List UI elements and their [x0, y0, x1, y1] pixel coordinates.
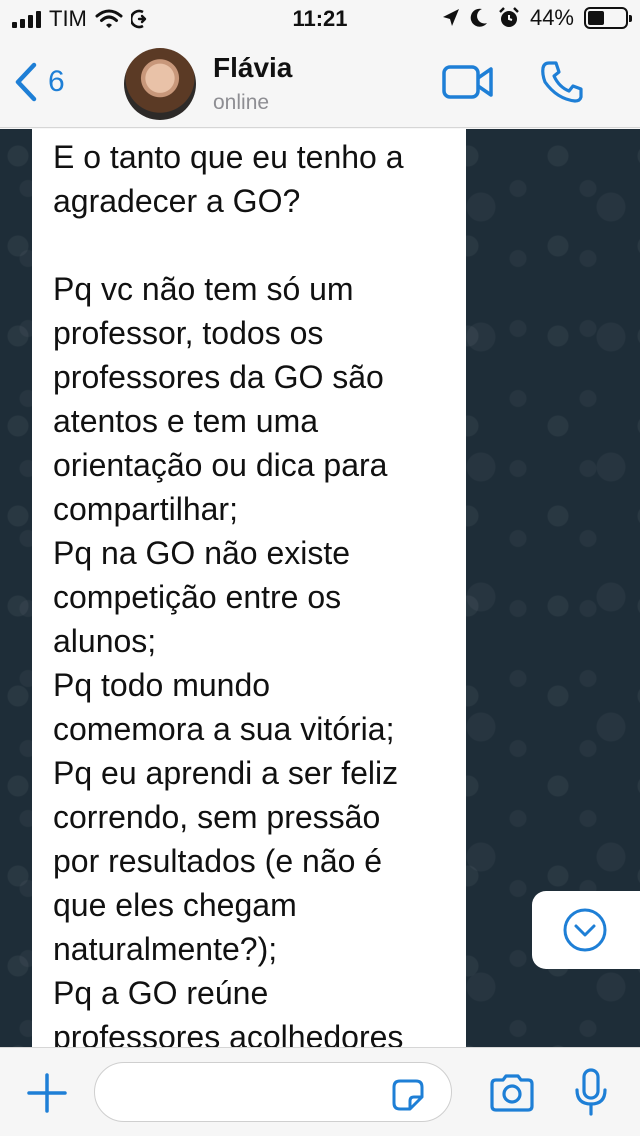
message-line: alunos; — [53, 623, 157, 659]
moon-icon — [470, 8, 488, 28]
message-line: professor, todos os — [53, 315, 324, 351]
composer-bar — [0, 1047, 640, 1136]
contact-name[interactable]: Flávia — [213, 52, 292, 84]
chat-area[interactable]: E o tanto que eu tenho a agradecer a GO? P… — [0, 129, 640, 1047]
chat-header: 6 Flávia online — [0, 40, 640, 128]
message-line: que eles chegam — [53, 887, 297, 923]
message-line: comemora a sua vitória; — [53, 711, 395, 747]
message-line: correndo, sem pressão — [53, 799, 381, 835]
battery-percent: 44% — [529, 5, 574, 30]
message-line: Pq todo mundo — [53, 667, 271, 703]
camera-button[interactable] — [488, 1074, 536, 1112]
status-right: 44% — [442, 5, 632, 31]
message-line: professores da GO são — [53, 359, 384, 395]
message-line: competição entre os — [53, 579, 342, 615]
scroll-to-bottom-button[interactable] — [532, 891, 640, 969]
message-line: naturalmente?); — [53, 931, 278, 967]
message-line: atentos e tem uma — [53, 403, 319, 439]
message-line: compartilhar; — [53, 491, 238, 527]
chevron-down-circle-icon — [562, 907, 608, 953]
plus-icon — [26, 1072, 68, 1114]
message-line: Pq eu aprendi a ser feliz — [53, 755, 399, 791]
back-chevron-icon — [14, 62, 38, 102]
message-text: E o tanto que eu tenho a agradecer a GO? P… — [53, 135, 466, 1047]
alarm-icon — [498, 7, 520, 29]
attach-button[interactable] — [26, 1072, 68, 1114]
video-call-icon — [442, 64, 494, 100]
message-line: professores acolhedores — [53, 1019, 404, 1047]
phone-icon — [540, 60, 584, 104]
status-bar: TIM 11:21 44% — [0, 0, 640, 40]
message-line: Pq na GO não existe — [53, 535, 351, 571]
avatar[interactable] — [124, 48, 196, 120]
message-line: Pq vc não tem só um — [53, 271, 354, 307]
battery-fill — [588, 11, 604, 25]
message-line: agradecer a GO? — [53, 183, 301, 219]
microphone-button[interactable] — [574, 1068, 608, 1116]
unread-count: 6 — [48, 65, 65, 98]
battery-icon — [584, 7, 632, 29]
message-bubble[interactable]: E o tanto que eu tenho a agradecer a GO? P… — [32, 129, 466, 1047]
camera-icon — [488, 1074, 536, 1112]
voice-call-button[interactable] — [540, 60, 584, 104]
message-line: por resultados (e não é — [53, 843, 383, 879]
message-line: orientação ou dica para — [53, 447, 388, 483]
location-icon — [442, 8, 460, 28]
sticker-button[interactable] — [390, 1077, 426, 1113]
message-line: E o tanto que eu tenho a — [53, 139, 404, 175]
microphone-icon — [574, 1068, 608, 1116]
contact-status: online — [213, 91, 270, 114]
sticker-icon — [390, 1077, 426, 1113]
video-call-button[interactable] — [442, 64, 494, 100]
message-line: Pq a GO reúne — [53, 975, 269, 1011]
back-button[interactable]: 6 — [14, 62, 65, 102]
